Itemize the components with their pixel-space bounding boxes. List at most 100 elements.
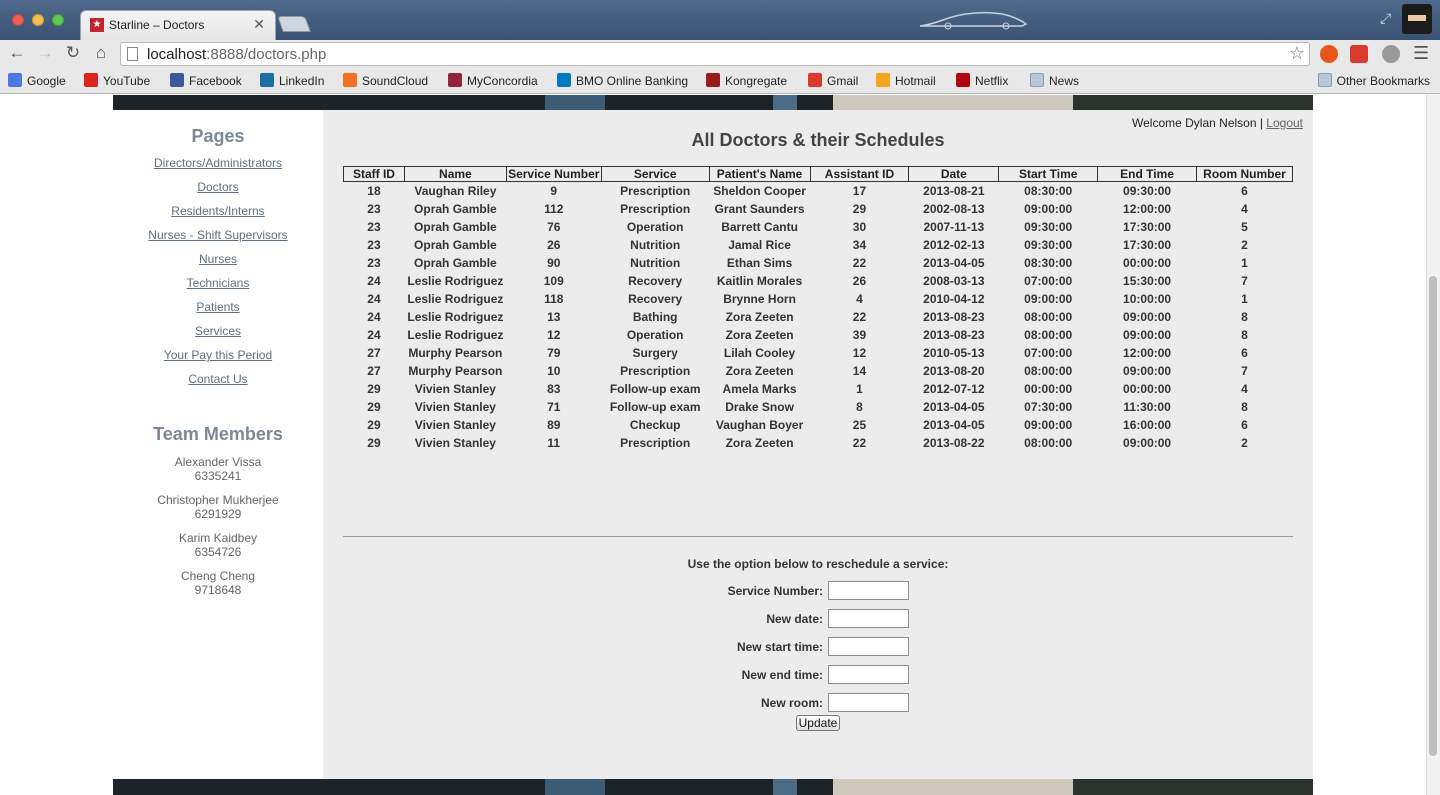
table-row: 23 Oprah Gamble 26 Nutrition Jamal Rice 34 201… xyxy=(344,236,1293,254)
table-cell: 09:30:00 xyxy=(1123,184,1172,198)
bookmark-label: SoundCloud xyxy=(362,74,429,88)
bookmark-soundcloud[interactable]: SoundCloud xyxy=(343,73,428,88)
column-header: Room Number xyxy=(1196,166,1293,182)
new-start-time-row: New start time: xyxy=(323,637,1313,657)
table-cell: 09:00:00 xyxy=(1123,364,1172,378)
profile-avatar[interactable] xyxy=(1402,4,1432,34)
new-tab-button[interactable] xyxy=(277,16,311,32)
table-cell: 24 xyxy=(367,292,381,306)
gmail-extension-icon[interactable] xyxy=(1350,45,1368,63)
table-cell: Vivien Stanley xyxy=(414,418,496,432)
table-cell: 07:00:00 xyxy=(1024,274,1073,288)
table-cell: 112 xyxy=(544,202,564,216)
table-cell: Recovery xyxy=(628,292,683,306)
sidebar-link-services[interactable]: Services xyxy=(113,324,323,348)
table-row: 23 Oprah Gamble 76 Operation Barrett Cantu 30… xyxy=(344,218,1293,236)
table-cell: Amela Marks xyxy=(722,382,797,396)
address-bar-url[interactable]: localhost:8888/doctors.php xyxy=(147,46,326,63)
browser-tab-active[interactable]: ★ Starline – Doctors ✕ xyxy=(80,10,276,40)
bookmark-other-folder[interactable]: Other Bookmarks xyxy=(1317,73,1430,88)
new-date-input[interactable] xyxy=(828,609,909,628)
forward-arrow-icon[interactable]: → xyxy=(34,43,56,63)
bookmark-google[interactable]: Google xyxy=(8,73,66,88)
fullscreen-icon[interactable]: ⤢ xyxy=(1380,10,1391,27)
table-cell: Prescription xyxy=(620,364,691,378)
starline-favicon-icon: ★ xyxy=(90,18,104,32)
doctors-schedule-table: Staff ID Name Service Number Service Patient… xyxy=(343,166,1293,452)
table-header-row: Staff ID Name Service Number Service Patient… xyxy=(343,166,1293,182)
bookmark-linkedin[interactable]: LinkedIn xyxy=(260,73,324,88)
new-date-row: New date: xyxy=(323,609,1313,629)
welcome-message: Welcome Dylan Nelson | Logout xyxy=(1132,116,1303,130)
table-row: 24 Leslie Rodriguez 118 Recovery Brynne Horn… xyxy=(344,290,1293,308)
favicon-icon xyxy=(557,73,571,87)
table-cell: 2010-04-12 xyxy=(923,292,985,306)
sidebar-link-technicians[interactable]: Technicians xyxy=(113,276,323,300)
address-bar[interactable]: localhost:8888/doctors.php ☆ xyxy=(120,42,1310,66)
home-icon[interactable]: ⌂ xyxy=(90,43,112,63)
bookmark-label: Kongregate xyxy=(725,74,788,88)
sidebar-link-patients[interactable]: Patients xyxy=(113,300,323,324)
bookmark-youtube[interactable]: YouTube xyxy=(84,73,150,88)
bookmark-netflix[interactable]: Netflix xyxy=(956,73,1008,88)
window-close-button[interactable] xyxy=(12,14,24,26)
back-arrow-icon[interactable]: ← xyxy=(6,43,28,63)
table-cell: 09:00:00 xyxy=(1123,328,1172,342)
reload-icon[interactable]: ↻ xyxy=(62,43,84,63)
bookmark-bmo-online-banking[interactable]: BMO Online Banking xyxy=(557,73,688,88)
extension-icon[interactable] xyxy=(1320,45,1338,63)
sidebar-link-your-pay-this-period[interactable]: Your Pay this Period xyxy=(113,348,323,372)
table-cell: 07:30:00 xyxy=(1024,400,1073,414)
menu-icon[interactable]: ☰ xyxy=(1413,43,1429,64)
column-header: End Time xyxy=(1097,166,1198,182)
table-cell: Leslie Rodriguez xyxy=(407,292,504,306)
update-button[interactable]: Update xyxy=(796,715,840,731)
table-cell: 12 xyxy=(547,328,561,342)
table-cell: 109 xyxy=(543,274,564,288)
scrollbar-thumb[interactable] xyxy=(1429,276,1437,756)
new-end-time-row: New end time: xyxy=(323,665,1313,685)
table-cell: 00:00:00 xyxy=(1123,382,1172,396)
table-body: 18 Vaughan Riley 9 Prescription Sheldon Coop… xyxy=(344,182,1293,453)
table-cell: 29 xyxy=(367,382,381,396)
bookmark-star-icon[interactable]: ☆ xyxy=(1289,43,1305,64)
service-number-input[interactable] xyxy=(828,581,909,600)
welcome-text: Welcome Dylan Nelson | xyxy=(1132,116,1267,130)
divider xyxy=(343,536,1293,537)
sidebar-link-nurses-shift-supervisors[interactable]: Nurses - Shift Supervisors xyxy=(113,228,323,252)
bookmark-kongregate[interactable]: Kongregate xyxy=(706,73,787,88)
table-row: 23 Oprah Gamble 90 Nutrition Ethan Sims 22 201… xyxy=(344,254,1293,272)
new-end-time-input[interactable] xyxy=(828,665,909,684)
table-cell: Surgery xyxy=(632,346,678,360)
bookmark-facebook[interactable]: Facebook xyxy=(170,73,242,88)
team-member-id: 6291929 xyxy=(194,507,242,521)
extension-icon[interactable] xyxy=(1382,45,1400,63)
sidebar-link-contact-us[interactable]: Contact Us xyxy=(113,372,323,396)
table-cell: Zora Zeeten xyxy=(725,436,794,450)
sidebar: Pages Directors/Administrators Doctors Res… xyxy=(113,110,323,779)
browser-toolbar: ← → ↻ ⌂ localhost:8888/doctors.php ☆ ☰ xyxy=(0,40,1440,68)
bookmark-myconcordia[interactable]: MyConcordia xyxy=(448,73,538,88)
table-cell: 7 xyxy=(1241,364,1248,378)
sidebar-link-residents-interns[interactable]: Residents/Interns xyxy=(113,204,323,228)
team-member: Christopher Mukherjee 6291929 xyxy=(113,493,323,531)
table-cell: Bathing xyxy=(632,310,678,324)
table-cell: 29 xyxy=(852,202,867,216)
new-start-time-input[interactable] xyxy=(828,637,909,656)
bookmark-gmail[interactable]: Gmail xyxy=(808,73,858,88)
favicon-icon xyxy=(260,73,274,87)
table-cell: Prescription xyxy=(620,184,691,198)
table-cell: Vivien Stanley xyxy=(414,436,496,450)
bookmark-hotmail[interactable]: Hotmail xyxy=(876,73,936,88)
sidebar-link-nurses[interactable]: Nurses xyxy=(113,252,323,276)
sidebar-link-doctors[interactable]: Doctors xyxy=(113,180,323,204)
logout-link[interactable]: Logout xyxy=(1266,116,1303,130)
new-room-input[interactable] xyxy=(828,693,909,712)
sidebar-link-directors-administrators[interactable]: Directors/Administrators xyxy=(113,156,323,180)
table-cell: 08:00:00 xyxy=(1024,364,1073,378)
tab-close-icon[interactable]: ✕ xyxy=(253,16,265,33)
window-maximize-button[interactable] xyxy=(52,14,64,26)
table-row: 24 Leslie Rodriguez 12 Operation Zora Zeeten… xyxy=(344,326,1293,344)
bookmark-news[interactable]: News xyxy=(1030,73,1079,88)
window-minimize-button[interactable] xyxy=(32,14,44,26)
